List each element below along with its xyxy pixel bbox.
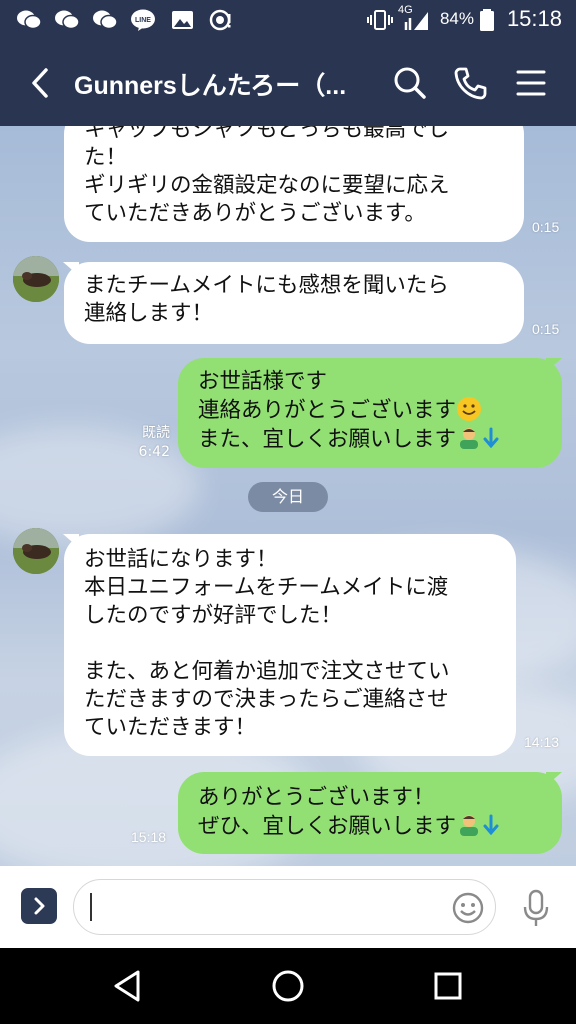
message-line: また、宜しくお願いします <box>198 425 562 454</box>
message-text: 本日ユニフォームをチームメイトに渡 <box>84 575 449 600</box>
emoji-icon[interactable] <box>451 891 485 925</box>
chat-title[interactable]: Gunnersしんたろー（... <box>74 66 346 102</box>
down-arrow-icon <box>483 814 499 836</box>
clock: 15:18 <box>506 6 562 31</box>
message-text: したのですが好評でした！ <box>84 603 343 628</box>
expand-button[interactable] <box>21 888 57 924</box>
message-text: また、宜しくお願いします <box>198 427 457 452</box>
menu-icon[interactable] <box>512 64 550 102</box>
avatar[interactable] <box>13 256 59 302</box>
message-text: ただきますので決まったらご連絡させ <box>84 687 449 712</box>
bowing-person-emoji-icon <box>460 428 479 449</box>
line-icon: LINE <box>131 9 155 31</box>
message-bubble[interactable]: キャップもシャツもどっちも最高でし た！ ギリギリの金額設定なのに要望に応え て… <box>64 126 524 242</box>
message-text: 連絡ありがとうございます <box>198 398 457 423</box>
message-text: ていただきます！ <box>84 715 257 740</box>
message-line: 連絡ありがとうございます <box>198 396 562 425</box>
microphone-icon[interactable] <box>520 888 552 928</box>
message-time: 14:13 <box>524 734 560 750</box>
alert-icon <box>209 9 231 31</box>
message-text: お世話になります！ <box>84 547 278 572</box>
svg-text:LINE: LINE <box>135 17 151 24</box>
battery-icon <box>480 9 494 31</box>
read-receipt: 既読 6:42 <box>138 425 170 460</box>
message-text: ぜひ、宜しくお願いします <box>198 814 457 839</box>
message-text <box>84 630 516 658</box>
message-time: 0:15 <box>532 219 560 235</box>
message-bubble[interactable]: ありがとうございます！ ぜひ、宜しくお願いします <box>178 772 562 854</box>
text-caret <box>90 893 92 921</box>
message-text: ていただきありがとうございます。 <box>84 201 426 226</box>
wechat-icon <box>17 10 42 30</box>
chat-header: Gunnersしんたろー（... <box>0 40 576 126</box>
message-input[interactable] <box>73 879 496 935</box>
search-icon[interactable] <box>391 64 429 102</box>
message-text: またチームメイトにも感想を聞いたら <box>84 273 449 298</box>
message-line: ぜひ、宜しくお願いします <box>198 812 562 841</box>
system-nav-bar <box>0 948 576 1024</box>
nav-recents-icon[interactable] <box>428 966 468 1006</box>
status-bar: LINE 4G 84% 15:18 <box>0 0 576 40</box>
message-text: お世話様です <box>198 369 328 394</box>
nav-home-icon[interactable] <box>268 966 308 1006</box>
phone-icon[interactable] <box>451 64 489 102</box>
message-time: 15:18 <box>131 829 167 845</box>
message-bubble[interactable]: お世話になります！ 本日ユニフォームをチームメイトに渡 したのですが好評でした！… <box>64 534 516 756</box>
message-time: 0:15 <box>532 321 560 337</box>
chat-area[interactable]: キャップもシャツもどっちも最高でし た！ ギリギリの金額設定なのに要望に応え て… <box>0 126 576 866</box>
message-text: また、あと何着か追加で注文させてい <box>84 659 450 684</box>
chevron-right-icon <box>34 897 45 915</box>
smile-emoji-icon <box>457 397 482 421</box>
bowing-person-emoji-icon <box>460 815 479 836</box>
nav-back-icon[interactable] <box>108 966 148 1006</box>
wechat-icon <box>93 10 118 30</box>
message-text: 連絡します！ <box>84 301 214 326</box>
vibrate-icon <box>367 10 393 30</box>
message-text: た！ <box>84 145 128 170</box>
message-input-bar <box>0 866 576 948</box>
date-separator: 今日 <box>248 482 328 512</box>
avatar[interactable] <box>13 528 59 574</box>
down-arrow-icon <box>483 427 499 449</box>
battery-percent: 84% <box>439 9 474 28</box>
image-icon <box>172 11 193 29</box>
signal-icon <box>404 12 428 30</box>
message-bubble[interactable]: またチームメイトにも感想を聞いたら 連絡します！ <box>64 262 524 344</box>
back-icon[interactable] <box>26 64 56 102</box>
message-bubble[interactable]: お世話様です 連絡ありがとうございます また、宜しくお願いします <box>178 358 562 468</box>
wechat-icon <box>55 10 80 30</box>
message-text: ギリギリの金額設定なのに要望に応え <box>84 173 450 198</box>
message-text: キャップもシャツもどっちも最高でし <box>84 126 450 142</box>
message-text: ありがとうございます！ <box>198 785 435 810</box>
